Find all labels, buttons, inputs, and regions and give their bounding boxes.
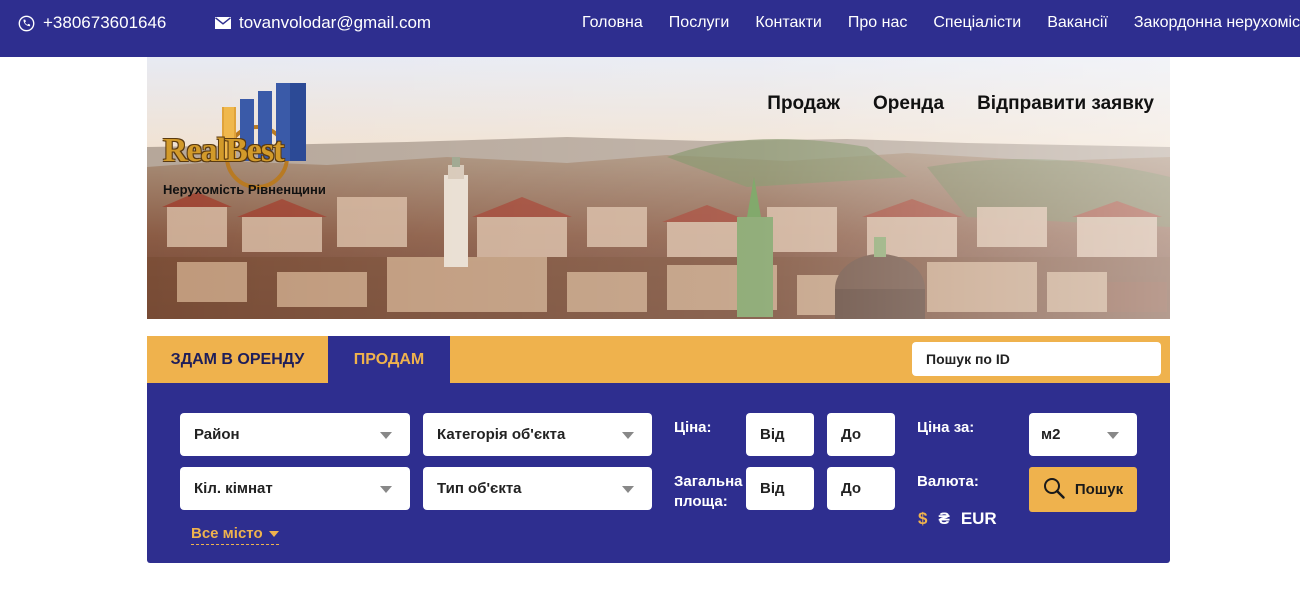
search-tabs-bar: ЗДАМ В ОРЕНДУ ПРОДАМ [147,336,1170,383]
nav-contacts[interactable]: Контакти [755,14,822,32]
object-type-select-value: Тип об'єкта [437,480,522,497]
hero-navigation: Продаж Оренда Відправити заявку [767,93,1154,115]
nav-sale[interactable]: Продаж [767,93,840,115]
price-to-input[interactable]: До [827,413,895,456]
rooms-select-value: Кіл. кімнат [194,480,273,497]
price-per-select[interactable]: м2 [1029,413,1137,456]
chevron-down-icon [1107,432,1119,439]
area-to-input[interactable]: До [827,467,895,510]
area-label-line-2: площа: [674,493,728,510]
whole-city-dropdown[interactable]: Все місто [191,525,279,545]
price-per-label: Ціна за: [917,419,975,436]
currency-eur[interactable]: EUR [961,509,997,529]
tab-rent-out[interactable]: ЗДАМ В ОРЕНДУ [147,336,328,383]
logo-wordmark[interactable]: RealBest [163,132,284,170]
price-per-select-value: м2 [1041,426,1061,443]
logo-subtitle: Нерухомість Рівненщини [163,182,326,197]
nav-foreign-property[interactable]: Закордонна нерухомість [1134,14,1300,32]
district-select-value: Район [194,426,240,443]
currency-switch: $ ₴ EUR [918,509,997,529]
chevron-down-icon [380,432,392,439]
currency-uah[interactable]: ₴ [938,509,949,529]
currency-usd[interactable]: $ [918,509,927,529]
rooms-select[interactable]: Кіл. кімнат [180,467,410,510]
tab-sell[interactable]: ПРОДАМ [328,336,450,383]
chevron-down-icon [622,432,634,439]
nav-home[interactable]: Головна [582,14,643,32]
chevron-down-icon [622,486,634,493]
top-bar: +380673601646 tovanvolodar@gmail.com Гол… [0,0,1300,57]
hero-banner: RealBest Нерухомість Рівненщини Продаж О… [147,57,1170,319]
area-from-input[interactable]: Від [746,467,814,510]
nav-services[interactable]: Послуги [669,14,730,32]
phone-icon [18,15,35,32]
search-button[interactable]: Пошук [1029,467,1137,512]
category-select-value: Категорія об'єкта [437,426,566,443]
district-select[interactable]: Район [180,413,410,456]
caret-down-icon [268,530,279,537]
search-panel: Район Кіл. кімнат Категорія об'єкта Тип … [147,383,1170,563]
area-label: Загальна площа: [674,472,742,512]
email-contact[interactable]: tovanvolodar@gmail.com [215,0,431,46]
nav-rent[interactable]: Оренда [873,93,944,115]
id-search-input[interactable] [912,342,1161,376]
search-button-label: Пошук [1074,481,1124,498]
price-from-input[interactable]: Від [746,413,814,456]
magnifier-icon [1043,477,1065,503]
nav-vacancies[interactable]: Вакансії [1047,14,1108,32]
nav-about[interactable]: Про нас [848,14,907,32]
chevron-down-icon [380,486,392,493]
currency-label: Валюта: [917,473,979,490]
top-navigation: Головна Послуги Контакти Про нас Спеціал… [582,0,1300,46]
area-label-line-1: Загальна [674,473,743,490]
whole-city-label: Все місто [191,525,263,542]
price-label: Ціна: [674,419,712,436]
phone-number[interactable]: +380673601646 [43,13,166,33]
phone-contact[interactable]: +380673601646 [18,0,166,46]
object-type-select[interactable]: Тип об'єкта [423,467,652,510]
nav-specialists[interactable]: Спеціалісти [933,14,1021,32]
email-address[interactable]: tovanvolodar@gmail.com [239,13,431,33]
nav-send-request[interactable]: Відправити заявку [977,93,1154,115]
category-select[interactable]: Категорія об'єкта [423,413,652,456]
envelope-icon [215,17,231,29]
